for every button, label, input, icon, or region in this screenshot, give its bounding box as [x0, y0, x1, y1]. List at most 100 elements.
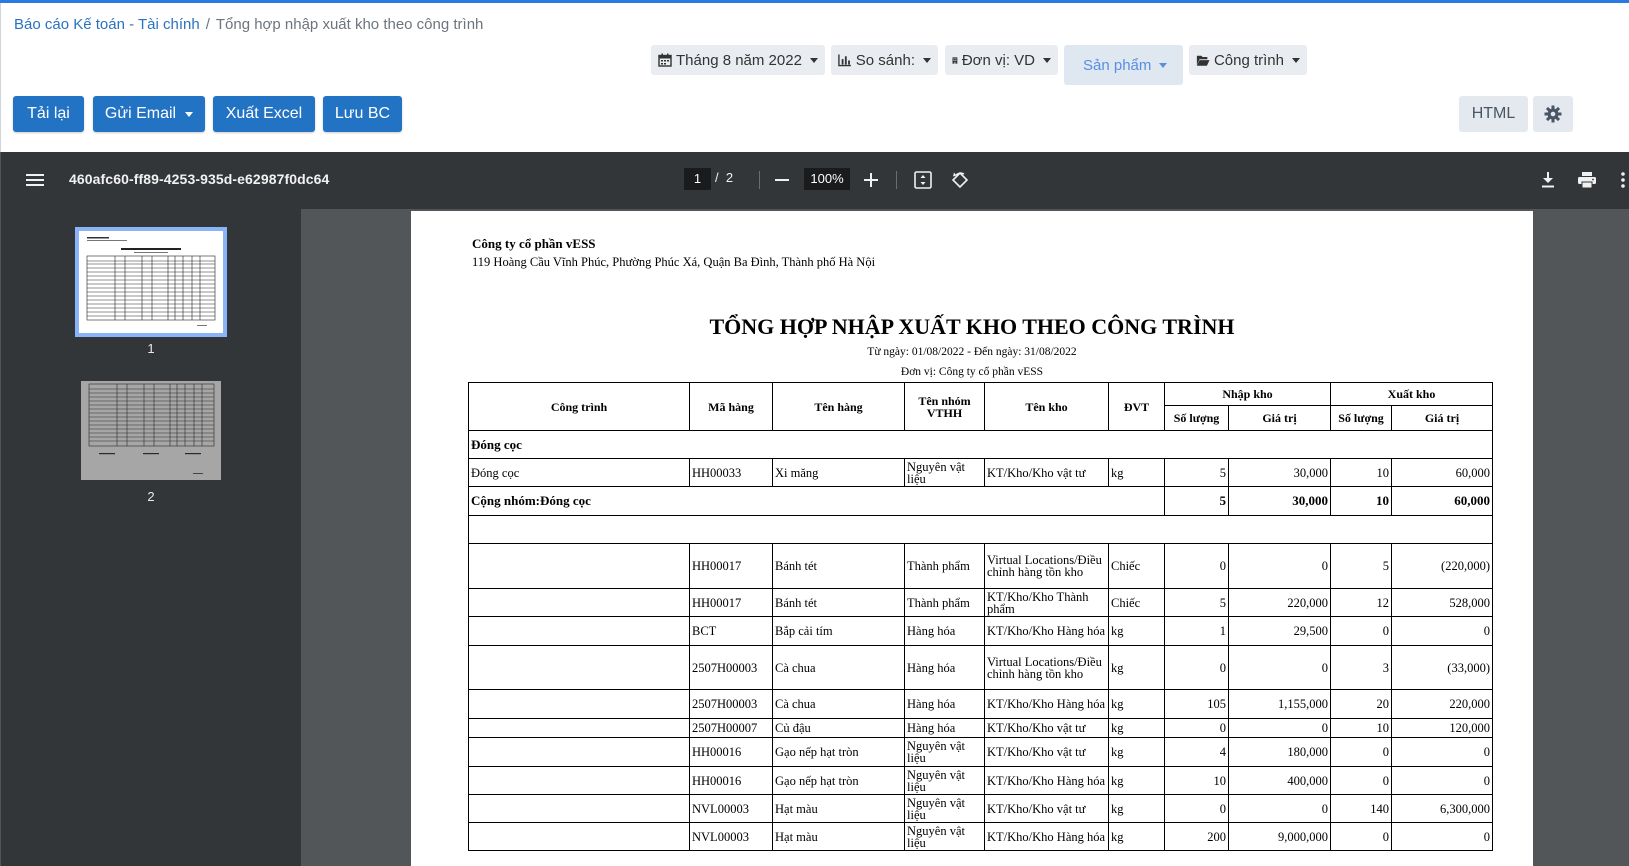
cell-uom: kg	[1108, 766, 1165, 795]
rotate-icon[interactable]	[948, 168, 972, 192]
cell-code: 2507H00007	[689, 718, 773, 738]
cell-group: Nguyên vật liệu	[904, 766, 985, 795]
table-row: HH00017 Bánh tét Thành phẩm Virtual Loca…	[468, 543, 1493, 589]
cell-import-qty: 1	[1164, 616, 1229, 646]
product-filter-dropdown[interactable]: Sản phẩm	[1064, 45, 1183, 85]
cell-export-value: 0	[1391, 822, 1493, 851]
col-header-export-qty: Số lượng	[1330, 405, 1392, 431]
page-thumbnail-2[interactable]	[81, 381, 221, 480]
col-header-uom: ĐVT	[1108, 382, 1165, 431]
company-address: 119 Hoàng Cầu Vĩnh Phúc, Phường Phúc Xá,…	[472, 255, 876, 269]
cell-export-value: 0	[1391, 766, 1493, 795]
cell-import-qty: 5	[1164, 458, 1229, 487]
cell-project	[468, 645, 690, 690]
cell-code: HH00016	[689, 766, 773, 795]
period-filter-dropdown[interactable]: Tháng 8 năm 2022	[651, 45, 825, 75]
project-filter-dropdown[interactable]: Công trình	[1189, 45, 1307, 75]
subtotal-import-qty: 5	[1164, 486, 1229, 516]
cell-name: Hạt màu	[772, 822, 905, 851]
print-icon[interactable]	[1575, 168, 1599, 192]
folder-open-icon	[1196, 55, 1210, 66]
col-header-project: Công trình	[468, 382, 690, 431]
page-thumbnail-1[interactable]	[75, 227, 227, 337]
cell-export-qty: 10	[1330, 718, 1392, 738]
chevron-down-icon	[809, 57, 818, 63]
cell-group: Nguyên vật liệu	[904, 794, 985, 823]
export-excel-button[interactable]: Xuất Excel	[213, 96, 315, 132]
breadcrumb-parent-link[interactable]: Báo cáo Kế toán - Tài chính	[14, 16, 200, 33]
zoom-level-input[interactable]: 100%	[804, 168, 850, 190]
pdf-viewer-toolbar: 460afc60-ff89-4253-935d-e62987f0dc64 1 /…	[0, 152, 1629, 209]
breadcrumb-current: Tổng hợp nhập xuất kho theo công trình	[215, 16, 484, 33]
col-header-import-qty: Số lượng	[1164, 405, 1229, 431]
toolbar-divider	[896, 171, 897, 189]
subtotal-export-qty: 10	[1330, 486, 1392, 516]
table-row: BCT Bắp cải tím Hàng hóa KT/Kho/Kho Hàng…	[468, 616, 1493, 646]
cell-name: Xi măng	[772, 458, 905, 487]
cell-uom: kg	[1108, 458, 1165, 487]
cell-import-value: 1,155,000	[1228, 689, 1331, 719]
menu-icon[interactable]	[23, 168, 47, 192]
table-row: HH00017 Bánh tét Thành phẩm KT/Kho/Kho T…	[468, 588, 1493, 617]
col-header-import: Nhập kho	[1164, 382, 1331, 406]
cell-project	[468, 689, 690, 719]
cell-code: BCT	[689, 616, 773, 646]
cell-uom: kg	[1108, 718, 1165, 738]
more-options-icon[interactable]	[1611, 168, 1629, 192]
cell-import-value: 400,000	[1228, 766, 1331, 795]
report-table: Công trình Mã hàng Tên hàng Tên nhóm VTH…	[468, 382, 1493, 851]
page-number-input[interactable]: 1	[684, 168, 711, 190]
subtotal-import-value: 30,000	[1228, 486, 1331, 516]
cell-export-qty: 12	[1330, 588, 1392, 617]
cell-export-qty: 10	[1330, 458, 1392, 487]
reload-button[interactable]: Tải lại	[13, 96, 84, 132]
report-unit: Đơn vị: Công ty cổ phần vESS	[900, 366, 1044, 378]
cell-import-qty: 10	[1164, 766, 1229, 795]
zoom-out-icon[interactable]	[770, 168, 794, 192]
cell-uom: Chiếc	[1108, 543, 1165, 589]
cell-name: Cà chua	[772, 645, 905, 690]
report-title: TỔNG HỢP NHẬP XUẤT KHO THEO CÔNG TRÌNH	[709, 314, 1235, 339]
chevron-down-icon	[1292, 57, 1300, 63]
cell-name: Bắp cải tím	[772, 616, 905, 646]
settings-button[interactable]	[1533, 96, 1573, 132]
zoom-in-icon[interactable]	[859, 168, 883, 192]
cell-export-value: 0	[1391, 737, 1493, 767]
col-header-name: Tên hàng	[772, 382, 905, 431]
cell-export-qty: 20	[1330, 689, 1392, 719]
unit-filter-dropdown[interactable]: Đơn vị: VD	[945, 45, 1058, 75]
cell-project	[468, 766, 690, 795]
project-filter-label: Công trình	[1213, 51, 1284, 69]
cell-group: Hàng hóa	[904, 645, 985, 690]
group-header-row-empty	[468, 515, 1493, 544]
col-header-code: Mã hàng	[689, 382, 773, 431]
cell-export-value: 120,000	[1391, 718, 1493, 738]
cell-group: Nguyên vật liệu	[904, 737, 985, 767]
html-view-button[interactable]: HTML	[1459, 96, 1528, 132]
cell-import-value: 9,000,000	[1228, 822, 1331, 851]
cell-export-value: 528,000	[1391, 588, 1493, 617]
cell-group: Hàng hóa	[904, 718, 985, 738]
bar-chart-icon	[838, 54, 851, 67]
subtotal-label: Cộng nhóm:Đóng cọc	[468, 486, 1165, 516]
group-title: Đóng cọc	[468, 430, 1493, 459]
cell-import-qty: 4	[1164, 737, 1229, 767]
download-icon[interactable]	[1536, 168, 1560, 192]
cell-project	[468, 543, 690, 589]
cell-uom: Chiếc	[1108, 588, 1165, 617]
fit-page-icon[interactable]	[911, 168, 935, 192]
cell-warehouse: KT/Kho/Kho vật tư	[984, 718, 1109, 738]
compare-filter-dropdown[interactable]: So sánh:	[831, 45, 938, 75]
cell-import-value: 0	[1228, 543, 1331, 589]
send-email-button[interactable]: Gửi Email	[93, 96, 205, 132]
cell-name: Bánh tét	[772, 543, 905, 589]
send-email-label: Gửi Email	[104, 105, 177, 122]
calendar-icon	[658, 53, 672, 67]
page-total-value: 2	[725, 170, 734, 185]
save-report-button[interactable]: Lưu BC	[323, 96, 402, 132]
cell-group: Hàng hóa	[904, 689, 985, 719]
col-header-export: Xuất kho	[1330, 382, 1493, 406]
breadcrumb-separator: /	[205, 16, 210, 33]
cell-warehouse: KT/Kho/Kho Hàng hóa	[984, 616, 1109, 646]
cell-warehouse: KT/Kho/Kho Hàng hóa	[984, 766, 1109, 795]
